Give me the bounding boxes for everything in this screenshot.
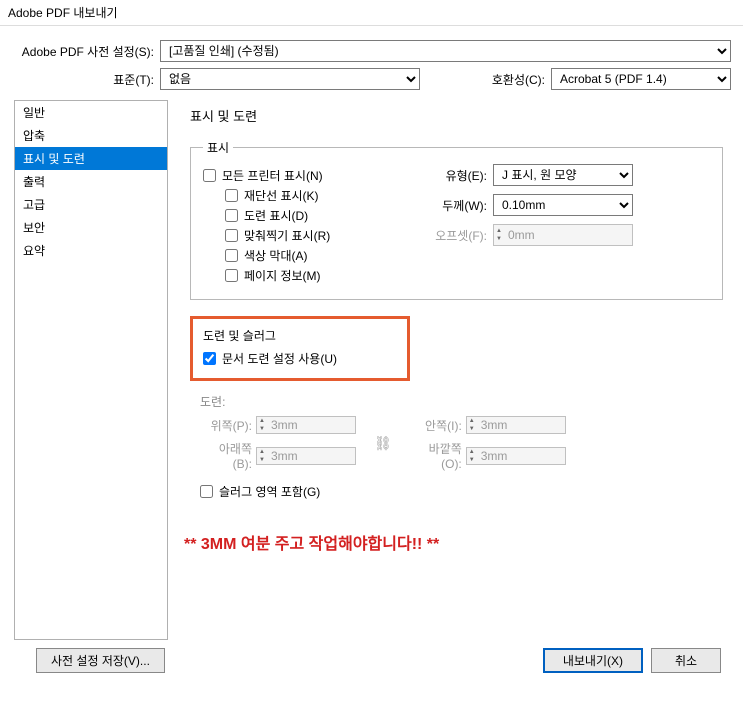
- chevron-up-icon[interactable]: ▲: [259, 448, 265, 456]
- save-preset-button[interactable]: 사전 설정 저장(V)...: [36, 648, 165, 673]
- preset-select[interactable]: [고품질 인쇄] (수정됨): [160, 40, 731, 62]
- use-document-bleed-label: 문서 도련 설정 사용(U): [222, 350, 337, 367]
- chevron-up-icon[interactable]: ▲: [496, 227, 502, 235]
- chevron-down-icon[interactable]: ▼: [469, 425, 475, 433]
- bleed-top-value: 3mm: [267, 418, 355, 432]
- link-bleed-icon[interactable]: ⛓: [368, 435, 398, 452]
- include-slug-label: 슬러그 영역 포함(G): [219, 483, 320, 500]
- page-info-checkbox[interactable]: [225, 269, 238, 282]
- bleed-inside-value: 3mm: [477, 418, 565, 432]
- standard-select[interactable]: 없음: [160, 68, 420, 90]
- bleed-bottom-spinner[interactable]: ▲▼ 3mm: [256, 447, 356, 465]
- highlight-annotation: 도련 및 슬러그 문서 도련 설정 사용(U): [190, 316, 410, 381]
- bleed-sub-label: 도련:: [200, 393, 723, 410]
- window-title: Adobe PDF 내보내기: [0, 0, 743, 26]
- all-printer-marks-checkbox[interactable]: [203, 169, 216, 182]
- marks-group: 표시 모든 프린터 표시(N) 재단선 표시(K) 도련: [190, 139, 723, 300]
- bleed-top-label: 위쪽(P):: [200, 417, 256, 434]
- export-button[interactable]: 내보내기(X): [543, 648, 643, 673]
- color-bars-label: 색상 막대(A): [244, 247, 308, 264]
- mark-offset-spinner[interactable]: ▲▼ 0mm: [493, 224, 633, 246]
- bleed-bottom-value: 3mm: [267, 449, 355, 463]
- chevron-down-icon[interactable]: ▼: [259, 456, 265, 464]
- sidebar-item-advanced[interactable]: 고급: [15, 193, 167, 216]
- registration-marks-checkbox[interactable]: [225, 229, 238, 242]
- bleed-outside-label: 바깥쪽(O):: [410, 440, 466, 471]
- chevron-down-icon[interactable]: ▼: [259, 425, 265, 433]
- include-slug-checkbox[interactable]: [200, 485, 213, 498]
- mark-weight-label: 두께(W):: [433, 197, 493, 214]
- sidebar-item-general[interactable]: 일반: [15, 101, 167, 124]
- use-document-bleed-checkbox[interactable]: [203, 352, 216, 365]
- panel-title: 표시 및 도련: [190, 106, 723, 125]
- registration-marks-label: 맞춰찍기 표시(R): [244, 227, 330, 244]
- marks-legend: 표시: [203, 139, 233, 156]
- preset-label: Adobe PDF 사전 설정(S):: [14, 43, 160, 60]
- mark-offset-label: 오프셋(F):: [433, 227, 493, 244]
- all-printer-marks-label: 모든 프린터 표시(N): [222, 167, 323, 184]
- bleed-outside-value: 3mm: [477, 449, 565, 463]
- chevron-up-icon[interactable]: ▲: [469, 448, 475, 456]
- category-sidebar: 일반 압축 표시 및 도련 출력 고급 보안 요약: [14, 100, 168, 640]
- bleed-section: 도련: 위쪽(P): ▲▼ 3mm 아래쪽(B):: [200, 393, 723, 500]
- sidebar-item-output[interactable]: 출력: [15, 170, 167, 193]
- chevron-down-icon[interactable]: ▼: [469, 456, 475, 464]
- chevron-up-icon[interactable]: ▲: [259, 417, 265, 425]
- warning-annotation: ** 3MM 여분 주고 작업해야합니다!! **: [184, 530, 723, 554]
- cancel-button[interactable]: 취소: [651, 648, 721, 673]
- bleed-inside-spinner[interactable]: ▲▼ 3mm: [466, 416, 566, 434]
- sidebar-item-summary[interactable]: 요약: [15, 239, 167, 262]
- bleed-outside-spinner[interactable]: ▲▼ 3mm: [466, 447, 566, 465]
- page-info-label: 페이지 정보(M): [244, 267, 321, 284]
- compat-select[interactable]: Acrobat 5 (PDF 1.4): [551, 68, 731, 90]
- bleed-marks-label: 도련 표시(D): [244, 207, 308, 224]
- bleed-slug-heading: 도련 및 슬러그: [203, 327, 397, 344]
- sidebar-item-security[interactable]: 보안: [15, 216, 167, 239]
- crop-marks-checkbox[interactable]: [225, 189, 238, 202]
- mark-type-select[interactable]: J 표시, 원 모양: [493, 164, 633, 186]
- bleed-bottom-label: 아래쪽(B):: [200, 440, 256, 471]
- chevron-down-icon[interactable]: ▼: [496, 235, 502, 243]
- mark-offset-value: 0mm: [504, 228, 632, 242]
- content-panel: 표시 및 도련 표시 모든 프린터 표시(N) 재단선 표시(K): [168, 100, 735, 640]
- compat-label: 호환성(C):: [492, 71, 551, 88]
- bleed-top-spinner[interactable]: ▲▼ 3mm: [256, 416, 356, 434]
- sidebar-item-compression[interactable]: 압축: [15, 124, 167, 147]
- color-bars-checkbox[interactable]: [225, 249, 238, 262]
- standard-label: 표준(T):: [14, 71, 160, 88]
- crop-marks-label: 재단선 표시(K): [244, 187, 319, 204]
- sidebar-item-marks-bleed[interactable]: 표시 및 도련: [15, 147, 167, 170]
- bleed-marks-checkbox[interactable]: [225, 209, 238, 222]
- bleed-inside-label: 안쪽(I):: [410, 417, 466, 434]
- chevron-up-icon[interactable]: ▲: [469, 417, 475, 425]
- mark-weight-select[interactable]: 0.10mm: [493, 194, 633, 216]
- mark-type-label: 유형(E):: [433, 167, 493, 184]
